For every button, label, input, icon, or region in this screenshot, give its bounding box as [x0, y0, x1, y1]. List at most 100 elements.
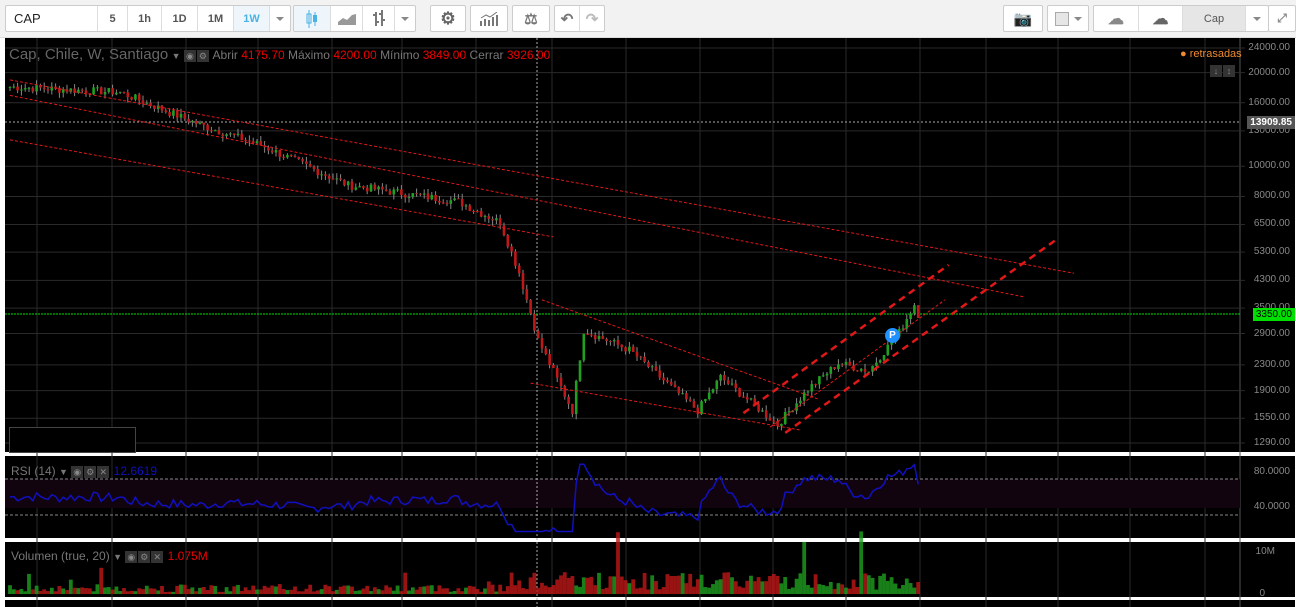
chart-area[interactable]: Cap, Chile, W, Santiago ▼ ◉ ⚙ Abrir 4175.… — [5, 38, 1295, 607]
volume-bar — [574, 585, 579, 594]
candle-body — [548, 353, 551, 365]
interval-1h[interactable]: 1h — [128, 6, 162, 31]
candle-body — [305, 161, 308, 164]
volume-bar — [68, 579, 73, 594]
candle-body — [202, 122, 206, 125]
arrows-vertical-icon[interactable]: ↕ — [1223, 64, 1235, 77]
candle-body — [639, 356, 643, 358]
gear-icon[interactable]: ⚙ — [84, 465, 97, 478]
chevron-down-icon[interactable]: ▼ — [113, 552, 122, 562]
cloud-upload-icon[interactable]: ☁ — [1139, 6, 1183, 31]
volume-bar — [334, 589, 339, 594]
volume-bar — [243, 587, 248, 594]
candle-body — [198, 122, 202, 124]
volume-bar — [771, 573, 776, 594]
compare-button[interactable]: ⚖ — [512, 5, 550, 32]
candle-body — [734, 383, 738, 388]
candle-body — [525, 289, 529, 300]
candle-body — [799, 400, 802, 404]
candle-body — [757, 404, 760, 412]
eye-icon[interactable]: ◉ — [71, 465, 84, 478]
interval-1m[interactable]: 1M — [198, 6, 234, 31]
volume-title[interactable]: Volumen (true, 20) — [11, 549, 110, 563]
volume-bar — [399, 591, 404, 594]
undo-icon[interactable]: ↶ — [555, 6, 580, 31]
volume-bar — [825, 586, 829, 594]
volume-bar — [372, 587, 377, 594]
candle-body — [210, 130, 213, 132]
chevron-down-icon[interactable]: ▼ — [59, 467, 68, 477]
chart-type-dropdown[interactable] — [395, 6, 415, 31]
chevron-down-icon[interactable]: ▼ — [172, 51, 181, 61]
volume-bar — [635, 588, 639, 594]
eye-icon[interactable]: ◉ — [125, 550, 138, 563]
volume-bar — [289, 589, 294, 594]
volume-bar — [437, 585, 442, 594]
candle-body — [806, 391, 810, 393]
interval-dropdown[interactable] — [270, 6, 290, 31]
snapshot-button[interactable]: 📷 — [1003, 5, 1043, 32]
indicators-button[interactable] — [470, 5, 508, 32]
undo-redo-group: ↶ ↷ — [554, 5, 605, 32]
close-icon[interactable]: ✕ — [97, 465, 110, 478]
settings-button[interactable]: ⚙ — [430, 5, 466, 32]
close-icon[interactable]: ✕ — [151, 550, 164, 563]
layout-dropdown[interactable] — [1246, 6, 1268, 31]
volume-bar — [688, 573, 693, 594]
marker-p[interactable]: P — [885, 328, 900, 343]
candle-body — [141, 100, 145, 104]
color-button[interactable] — [1047, 5, 1089, 32]
bars-button[interactable] — [363, 6, 395, 31]
fullscreen-button[interactable]: ⤢ — [1268, 5, 1296, 32]
candles-button[interactable] — [294, 6, 331, 31]
chart-title[interactable]: Cap, Chile, W, Santiago — [9, 46, 168, 63]
candle-body — [829, 367, 833, 374]
candle-body — [909, 313, 912, 320]
candle-body — [715, 380, 719, 390]
volume-bar — [194, 591, 199, 594]
candle-body — [521, 273, 525, 290]
navigator-box[interactable] — [9, 427, 136, 453]
interval-1d[interactable]: 1D — [162, 6, 198, 31]
volume-bar — [239, 590, 244, 594]
volume-bar — [859, 531, 864, 594]
volume-bar — [308, 584, 313, 594]
volume-legend: Volumen (true, 20) ▼ ◉ ⚙ ✕ 1.075M — [11, 549, 208, 563]
eye-icon[interactable]: ◉ — [183, 49, 196, 62]
area-chart-button[interactable] — [331, 6, 363, 31]
price-axis-label: 2900.00 — [1253, 327, 1290, 339]
volume-bar — [631, 579, 636, 594]
volume-bar — [540, 582, 544, 594]
rsi-title[interactable]: RSI (14) — [11, 464, 56, 478]
candle-body — [540, 338, 544, 349]
trend-line — [9, 79, 1075, 274]
volume-bar — [338, 586, 343, 594]
candle-body — [616, 340, 620, 345]
volume-bar — [452, 591, 457, 594]
arrow-down-icon[interactable]: ↓ — [1210, 64, 1222, 77]
volume-bar — [353, 590, 358, 594]
cloud-download-icon[interactable]: ☁ — [1094, 6, 1139, 31]
chart-canvas[interactable] — [5, 38, 1295, 607]
candle-body — [145, 102, 149, 104]
volume-bar — [171, 591, 176, 594]
redo-icon[interactable]: ↷ — [580, 6, 604, 31]
volume-bar — [182, 584, 187, 594]
compare-icon: ⚖ — [524, 10, 538, 28]
volume-bar — [205, 590, 210, 594]
interval-5[interactable]: 5 — [98, 6, 128, 31]
volume-bar — [331, 591, 335, 594]
candle-body — [445, 202, 449, 204]
layout-name[interactable]: Cap — [1183, 6, 1246, 31]
high-label: Máximo — [287, 48, 330, 62]
candle-body — [217, 130, 221, 135]
candle-body — [852, 365, 855, 371]
symbol-input[interactable]: CAP — [6, 6, 98, 31]
interval-1w[interactable]: 1W — [234, 6, 270, 31]
volume-bar — [794, 578, 799, 594]
volume-bar — [600, 589, 605, 594]
gear-icon[interactable]: ⚙ — [138, 550, 151, 563]
candle-body — [16, 86, 19, 91]
gear-icon[interactable]: ⚙ — [196, 49, 209, 62]
candle-body — [654, 366, 658, 371]
